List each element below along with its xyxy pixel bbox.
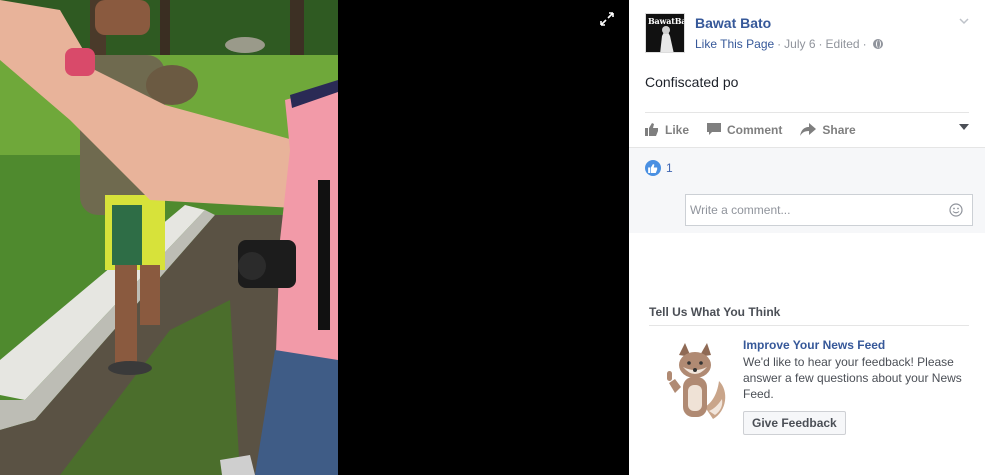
like-page-link[interactable]: Like This Page	[695, 37, 774, 51]
give-feedback-button[interactable]: Give Feedback	[743, 411, 846, 435]
expand-icon[interactable]	[598, 10, 616, 28]
page-name-link[interactable]: Bawat Bato	[695, 15, 771, 31]
page-avatar[interactable]: BawatBato	[645, 13, 685, 53]
post-header: BawatBato Bawat Bato Like This Page·July…	[629, 0, 985, 65]
post-photo[interactable]	[0, 0, 338, 475]
post-text: Confiscated po	[645, 74, 739, 90]
like-count-number: 1	[666, 161, 673, 175]
share-icon	[800, 123, 817, 136]
photo-viewer: BawatBato Bawat Bato Like This Page·July…	[0, 0, 985, 475]
improve-news-feed-link[interactable]: Improve Your News Feed	[743, 338, 885, 352]
photo-illustration	[0, 0, 338, 475]
post-date[interactable]: July 6	[784, 37, 815, 51]
avatar-figure-icon	[660, 26, 674, 52]
post-meta: Like This Page · July 6 · Edited ·	[695, 37, 883, 51]
feedback-prompt: Tell Us What You Think Improve Your News…	[649, 305, 969, 435]
edited-label[interactable]: Edited	[826, 37, 860, 51]
chevron-down-icon[interactable]	[959, 16, 969, 26]
share-options-caret-icon[interactable]	[959, 124, 969, 130]
like-count[interactable]: 1	[645, 160, 673, 176]
action-bar: Like Comment Share	[645, 112, 969, 146]
like-label: Like	[665, 122, 690, 137]
feedback-description: We'd like to hear your feedback! Please …	[743, 355, 962, 401]
feedback-section-title: Tell Us What You Think	[649, 305, 969, 326]
comment-input[interactable]	[686, 195, 936, 225]
share-button[interactable]: Share	[800, 122, 856, 137]
comment-box[interactable]	[685, 194, 973, 226]
fox-mascot-icon	[667, 343, 726, 419]
post-panel: BawatBato Bawat Bato Like This Page·July…	[629, 0, 985, 475]
comment-button[interactable]: Comment	[707, 123, 782, 137]
photo-stage	[0, 0, 629, 475]
comment-label: Comment	[727, 122, 783, 137]
like-reaction-icon	[645, 160, 661, 176]
thumbs-up-icon	[645, 123, 658, 136]
emoji-icon[interactable]	[949, 203, 963, 217]
like-button[interactable]: Like	[645, 123, 689, 137]
reactions-comments-area: 1	[629, 147, 985, 233]
comment-icon	[707, 123, 722, 135]
share-label: Share	[822, 122, 856, 137]
globe-icon[interactable]	[872, 39, 883, 49]
